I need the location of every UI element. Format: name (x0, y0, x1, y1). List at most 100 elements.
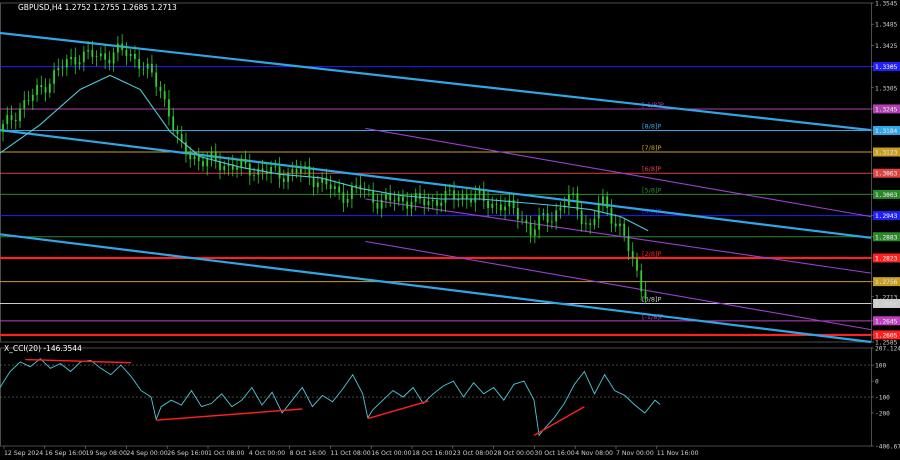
candle-body (389, 193, 392, 201)
candle-body (112, 52, 115, 64)
x-tick-label: 11 Oct 08:00 (330, 450, 370, 457)
x-tick-label: 30 Oct 16:00 (534, 450, 574, 457)
candle-body (44, 87, 47, 93)
y-tick-label: 1.3184 (875, 128, 898, 135)
candle-body (589, 223, 592, 225)
candle-body (121, 43, 124, 50)
candle-body (474, 193, 477, 203)
candle-body (636, 258, 638, 271)
cci-y-tick-label: -100 (875, 395, 890, 402)
chart-stage: 1.3305[-1/8]P1.3245[8/8]P1.3184[7/8]P1.3… (0, 0, 900, 460)
x-tick-label: 16 Sep 16:00 (45, 450, 86, 457)
cci-y-tick-label: 0 (875, 379, 879, 386)
candle-body (457, 199, 460, 201)
candle-body (287, 172, 289, 182)
y-tick-label: 1.3485 (875, 22, 898, 29)
candle-body (291, 169, 294, 173)
candle-body (87, 50, 90, 52)
x-tick-label: 26 Sep 16:00 (167, 450, 208, 457)
candle-body (559, 207, 562, 211)
candle-body (125, 49, 128, 56)
candle-body (640, 270, 643, 292)
x-tick-label: 19 Sep 08:00 (86, 450, 127, 457)
candle-body (602, 196, 604, 205)
candle-body (223, 166, 226, 171)
candle-body (516, 207, 519, 220)
candle-body (61, 67, 64, 69)
candle-body (491, 203, 494, 209)
candle-body (448, 190, 451, 192)
candle-body (48, 83, 51, 93)
x-tick-label: 8 Oct 16:00 (290, 450, 326, 457)
candle-body (538, 215, 541, 230)
candle-body (91, 50, 94, 57)
candle-body (2, 123, 4, 132)
y-tick-label: 1.3425 (875, 43, 898, 50)
candle-body (487, 200, 489, 209)
candle-body (619, 223, 621, 227)
candle-body (138, 58, 141, 69)
level-label: [6/8]P (642, 165, 662, 173)
cci-y-tick-label: 207.1248 (875, 346, 900, 353)
candle-body (70, 57, 72, 60)
candle-body (427, 201, 430, 206)
candle-body (176, 130, 179, 134)
candle-body (65, 59, 68, 68)
candle-body (351, 186, 353, 199)
candle-body (393, 200, 396, 202)
candle-body (478, 189, 481, 194)
x-tick-label: 18 Oct 16:00 (412, 450, 452, 457)
candle-body (533, 229, 536, 236)
y-tick-label: 1.3123 (875, 150, 898, 157)
candle-body (525, 220, 528, 224)
candle-body (546, 213, 549, 223)
y-tick-label: 1.3003 (875, 192, 898, 199)
candle-body (529, 223, 532, 236)
candle-body (555, 210, 558, 222)
candle-body (36, 85, 38, 95)
candle-body (155, 72, 158, 87)
candle-body (14, 119, 17, 122)
candle-body (95, 56, 98, 58)
candle-body (453, 190, 455, 200)
candle-body (419, 193, 421, 199)
candle-body (253, 174, 255, 176)
y-tick-label: 1.2756 (875, 279, 898, 286)
candle-body (57, 68, 60, 71)
candle-body (614, 223, 617, 227)
level-label: [2/8]P (642, 250, 662, 258)
x-tick-label: 28 Oct 00:00 (494, 450, 534, 457)
candle-body (631, 251, 634, 259)
candle-body (31, 94, 34, 101)
candle-body (572, 193, 575, 195)
x-tick-label: 1 Oct 08:00 (208, 450, 244, 457)
y-tick-label: 1.2943 (875, 213, 898, 220)
candle-body (402, 196, 404, 202)
x-tick-label: 11 Nov 16:00 (657, 450, 699, 457)
x-tick-label: 4 Nov 08:00 (575, 450, 613, 457)
candle-body (116, 43, 119, 53)
candle-body (104, 53, 107, 60)
candle-body (436, 199, 438, 206)
candle-body (78, 62, 81, 65)
candle-body (23, 100, 26, 109)
candle-body (550, 221, 553, 223)
candle-body (210, 152, 213, 159)
y-tick-label: 1.3365 (875, 64, 898, 71)
candle-body (151, 63, 153, 73)
candle-body (159, 86, 162, 92)
candle-body (282, 178, 285, 182)
candle-body (172, 116, 175, 131)
candle-body (27, 100, 30, 101)
candle-body (202, 161, 204, 167)
candle-body (346, 198, 349, 203)
candle-body (189, 154, 192, 160)
y-tick-label: 1.3305 (875, 85, 898, 92)
candle-body (627, 235, 630, 252)
candle-body (108, 59, 111, 64)
candle-body (623, 223, 626, 236)
candle-body (163, 91, 166, 100)
candle-body (410, 201, 413, 209)
candle-body (299, 168, 302, 173)
candle-body (495, 203, 498, 205)
